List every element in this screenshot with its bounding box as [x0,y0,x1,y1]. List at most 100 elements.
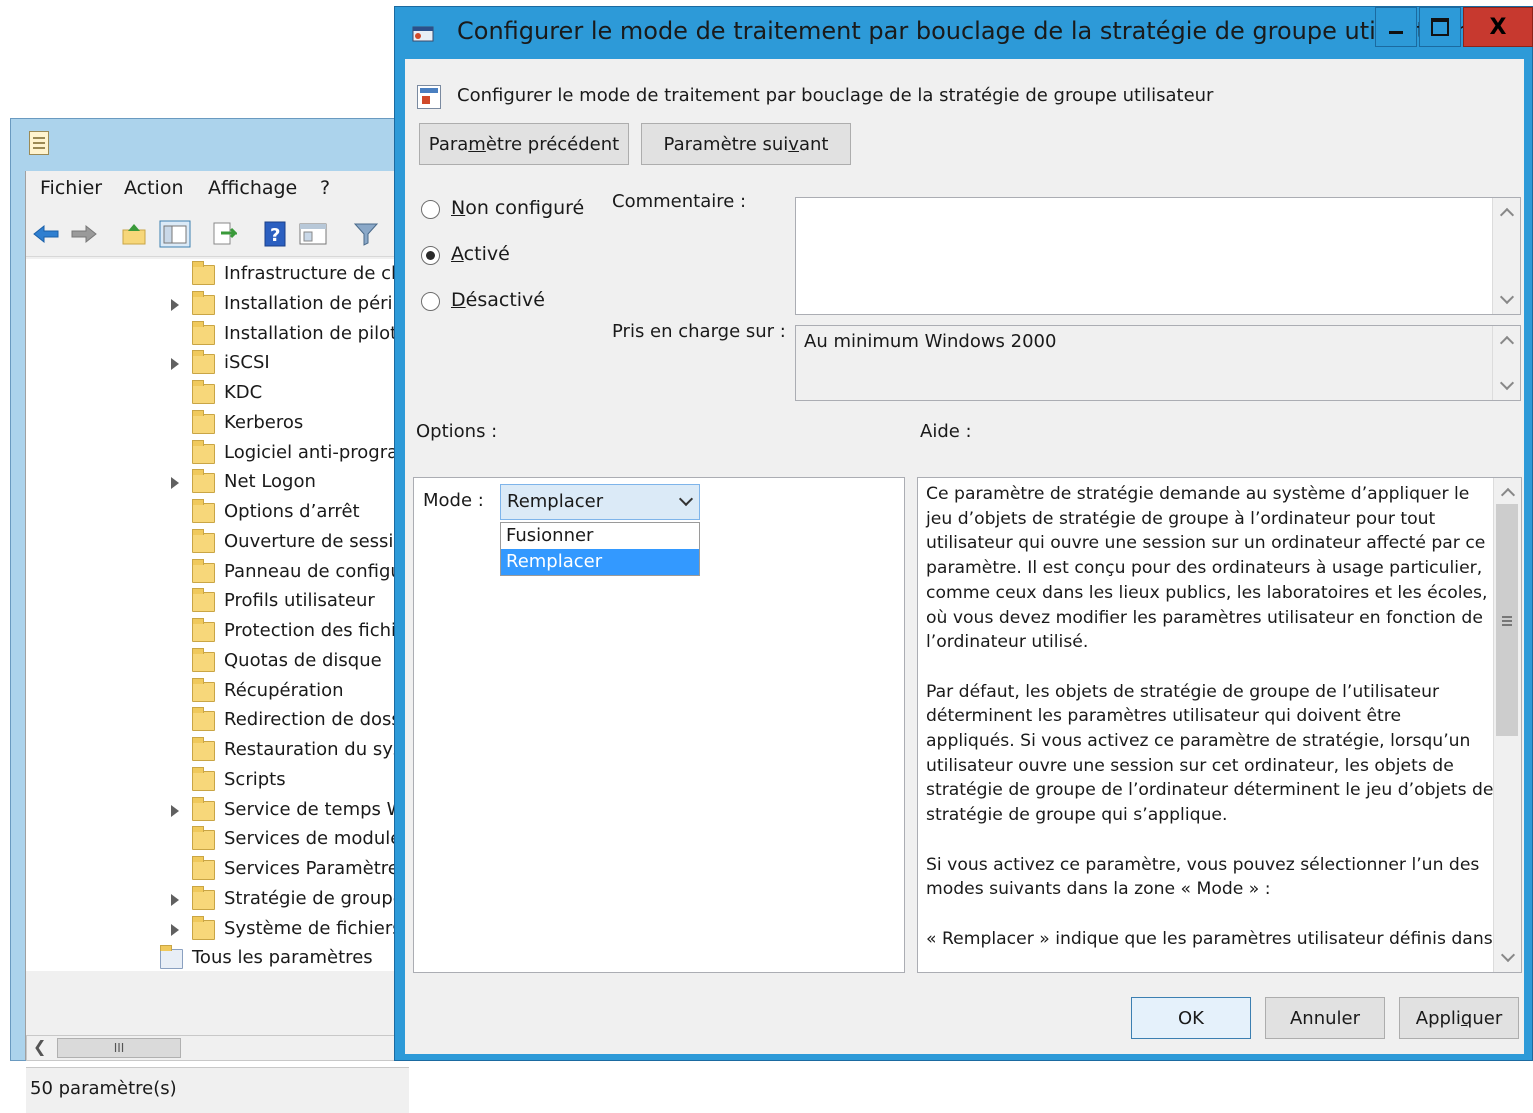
chevron-left-icon[interactable]: ❮ [33,1037,46,1056]
folder-icon [192,261,215,285]
tree-item-label: Services Paramètres [224,858,409,879]
up-folder-icon[interactable] [118,219,150,249]
options-label: Options : [416,421,498,442]
help-paragraph: « Remplacer » indique que les paramètres… [926,928,1493,949]
chevron-down-icon[interactable] [1500,292,1514,306]
btn-accel: q [1460,1007,1473,1029]
menu-affichage[interactable]: Affichage [208,177,297,199]
radio-enabled[interactable]: Activé [421,241,591,271]
cancel-button[interactable]: Annuler [1265,997,1385,1039]
folder-icon [160,945,183,970]
folder-icon [192,320,215,345]
folder-icon [192,885,215,910]
ok-button[interactable]: OK [1131,997,1251,1039]
radio-accel: A [451,243,464,265]
expand-arrow-icon[interactable] [171,923,179,936]
supported-on-field: Au minimum Windows 2000 [795,325,1521,401]
maximize-icon[interactable] [1419,7,1461,47]
app-icon [29,131,49,155]
show-tree-icon[interactable] [158,219,192,249]
chevron-down-icon[interactable] [678,491,694,507]
tree-item-label: Logiciel anti-progra [224,441,399,463]
tree-item-label: iSCSI [224,352,270,374]
menu-action[interactable]: Action [124,177,184,199]
tree-item-label: Profils utilisateur [224,590,375,612]
folder-icon [192,915,215,940]
chevron-down-icon[interactable] [1500,378,1514,392]
options-panel: Mode : Remplacer Fusionner Remplacer [413,477,905,973]
back-arrow-icon[interactable] [30,219,62,249]
properties-icon[interactable] [296,219,330,249]
expand-arrow-icon[interactable] [171,804,179,817]
chevron-up-icon[interactable] [1500,334,1514,348]
forward-arrow-icon[interactable] [68,219,100,249]
next-setting-button[interactable]: Paramètre sui v ant [641,123,851,165]
tree-item-label: Récupération [224,679,344,701]
folder-icon [192,380,215,404]
mode-select[interactable]: Remplacer [500,484,700,520]
tree-item-label: Stratégie de groupe [224,887,404,909]
mode-option[interactable]: Remplacer [501,549,699,575]
dialog-title: Configurer le mode de traitement par bou… [457,17,1466,45]
tree-item-label: Infrastructure de cla [224,263,408,284]
chevron-down-icon[interactable] [1501,950,1515,964]
expand-arrow-icon[interactable] [171,358,179,371]
folder-icon [192,796,215,821]
help-scrollbar-thumb[interactable] [1496,504,1518,736]
gpedit-content: Fichier Action Affichage ? ? Infrastruct… [25,171,409,1113]
title-bar[interactable]: Configurer le mode de traitement par bou… [395,7,1533,57]
tree-item-label: Panneau de configu [224,560,402,582]
folder-icon [192,409,215,434]
mode-dropdown-list[interactable]: Fusionner Remplacer [500,522,700,576]
horizontal-scrollbar[interactable]: ❮ III [26,1035,409,1061]
radio-disabled[interactable]: Désactivé [421,287,591,317]
mode-option[interactable]: Fusionner [501,523,699,549]
export-icon[interactable] [208,219,240,249]
filter-icon[interactable] [350,219,382,249]
tree-item-label: Net Logon [224,471,316,493]
previous-setting-button[interactable]: Para m ètre précédent [419,123,629,165]
folder-icon [192,469,215,494]
help-panel: Ce paramètre de stratégie demande au sys… [917,477,1522,973]
status-text: 50 paramètre(s) [30,1078,177,1099]
supported-on-label: Pris en charge sur : [612,321,786,342]
tree-item-label: Restauration du sys [224,739,403,760]
scrollbar-thumb[interactable]: III [57,1038,181,1058]
apply-button[interactable]: Appli q uer [1399,997,1519,1039]
btn-text: uer [1472,1007,1503,1029]
radio-label: Désactivé [451,289,545,311]
radio-not-configured[interactable]: Non configuré [421,195,591,225]
chevron-up-icon[interactable] [1500,206,1514,220]
expand-arrow-icon[interactable] [171,477,179,490]
chevron-up-icon[interactable] [1501,486,1515,500]
tree-item-label: Installation de périp [224,292,404,314]
folder-icon [192,677,215,702]
tree-view[interactable]: Infrastructure de cla Installation de pér… [26,259,409,971]
tree-item-label: Scripts [224,768,286,790]
close-icon[interactable]: X [1463,7,1533,47]
toolbar: ? [26,215,409,257]
expand-arrow-icon[interactable] [171,298,179,311]
folder-icon [192,826,215,851]
menu-fichier[interactable]: Fichier [40,177,102,199]
comment-field[interactable] [795,197,1521,315]
radio-text: ctivé [463,243,510,265]
help-scrollbar[interactable] [1493,478,1521,972]
expand-arrow-icon[interactable] [171,893,179,906]
comment-label: Commentaire : [612,191,747,212]
svg-text:?: ? [270,225,280,246]
radio-circle[interactable] [421,292,440,311]
folder-icon [192,439,215,464]
folder-icon [192,558,215,583]
supported-scrollbar[interactable] [1492,326,1520,400]
radio-circle[interactable] [421,246,440,265]
btn-text: ant [798,133,829,155]
minimize-icon[interactable] [1375,7,1417,47]
btn-text: Paramètre sui [663,133,789,155]
menu-help[interactable]: ? [320,177,330,199]
help-icon[interactable]: ? [260,219,290,249]
radio-accel: D [451,289,466,311]
folder-icon [192,856,215,880]
comment-scrollbar[interactable] [1492,198,1520,314]
radio-circle[interactable] [421,200,440,219]
